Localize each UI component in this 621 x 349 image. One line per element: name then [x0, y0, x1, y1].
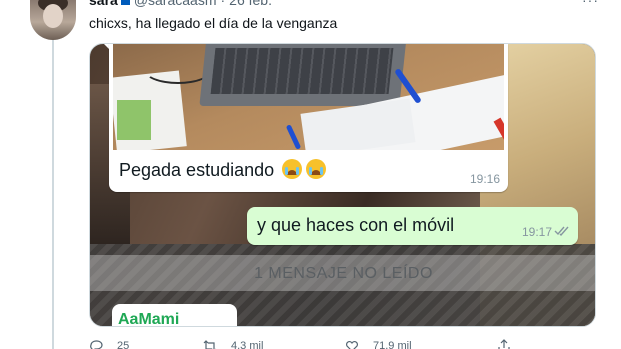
- photo-notes: [300, 98, 416, 150]
- next-incoming-bubble: AaMami: [112, 304, 237, 327]
- incoming-message-bubble: Pegada estudiando 19:16: [109, 44, 508, 192]
- retweet-count: 4,3 mil: [231, 340, 264, 349]
- retweet-icon: [203, 340, 216, 349]
- tweet-media-image[interactable]: Pegada estudiando 19:16 y que haces con …: [89, 43, 596, 327]
- crying-face-icon: [306, 159, 327, 179]
- tweet-text: chicxs, ha llegado el día de la venganza: [89, 15, 338, 31]
- photo-green-sticky: [117, 100, 151, 140]
- read-ticks-icon: [554, 226, 569, 236]
- tweet-actions: 25 4,3 mil 71,9 mil: [89, 339, 510, 349]
- display-name[interactable]: sara: [89, 0, 118, 8]
- unread-banner-text: 1 MENSAJE NO LEÍDO: [254, 265, 433, 282]
- unread-banner: 1 MENSAJE NO LEÍDO: [90, 255, 595, 291]
- reply-action[interactable]: 25: [89, 339, 129, 349]
- incoming-message-time: 19:16: [469, 172, 500, 186]
- like-count: 71,9 mil: [373, 340, 412, 349]
- more-options-icon[interactable]: ···: [582, 0, 599, 8]
- retweet-action[interactable]: 4,3 mil: [203, 339, 263, 349]
- separator-dot: ·: [220, 0, 226, 8]
- avatar[interactable]: [30, 0, 76, 40]
- reply-icon: [90, 340, 103, 349]
- photo-pen: [285, 124, 302, 150]
- avatar-face: [43, 4, 63, 28]
- outgoing-message-time: 19:17: [521, 225, 552, 239]
- tweet-date[interactable]: 26 feb.: [229, 0, 272, 8]
- heart-icon: [346, 341, 358, 349]
- thread-line: [52, 40, 54, 349]
- outgoing-message-text: y que haces con el móvil: [257, 215, 455, 235]
- ukraine-flag-icon: [120, 0, 130, 5]
- user-handle[interactable]: @saracaasm: [134, 0, 217, 8]
- share-action[interactable]: [497, 339, 525, 349]
- tweet-header: sara @saracaasm · 26 feb.: [89, 0, 272, 8]
- message-photo: [113, 44, 504, 150]
- photo-laptop-keyboard: [210, 48, 394, 94]
- share-icon: [498, 339, 510, 349]
- like-action[interactable]: 71,9 mil: [345, 339, 412, 349]
- incoming-message-label: Pegada estudiando: [119, 160, 275, 180]
- reply-count: 25: [117, 340, 130, 349]
- sender-name: AaMami: [118, 311, 180, 327]
- outgoing-message-bubble: y que haces con el móvil 19:17: [247, 207, 578, 245]
- incoming-message-text: Pegada estudiando: [119, 159, 327, 181]
- crying-face-icon: [282, 159, 303, 179]
